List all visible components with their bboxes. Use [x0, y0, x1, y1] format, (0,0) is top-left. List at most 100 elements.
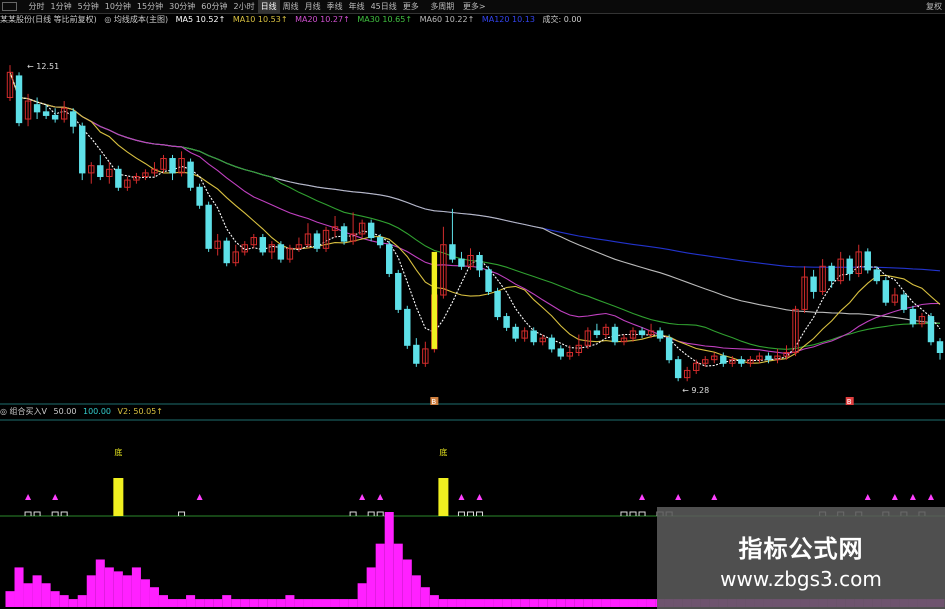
cost-step — [620, 511, 628, 516]
indicator-info-bar: ◎ 组合买入V 50.00 100.00 V2: 50.05↑ — [0, 406, 945, 418]
triangle-marker — [52, 494, 59, 500]
candle-body — [846, 258, 853, 274]
volume-bar — [158, 595, 169, 607]
volume-bar — [231, 599, 241, 607]
watermark-url: www.zbgs3.com — [720, 567, 882, 591]
indicator-title[interactable]: ◎ 组合买入V — [0, 407, 47, 416]
cost-step — [476, 511, 484, 516]
triangle-marker — [675, 494, 682, 500]
volume-bar — [104, 567, 114, 607]
candle-body — [927, 316, 935, 343]
candle-body — [828, 265, 835, 282]
volume-bar — [402, 559, 412, 607]
volume-bar — [213, 599, 223, 607]
volume-bar — [646, 599, 656, 607]
candle-body — [900, 294, 908, 310]
candle-body — [638, 330, 646, 336]
volume-bar — [285, 595, 295, 607]
volume-bar — [366, 567, 376, 607]
buy-signal-label: 底 — [439, 447, 447, 457]
candle-body — [404, 308, 411, 346]
volume-bar — [113, 571, 123, 607]
volume-bar — [41, 583, 51, 607]
candle-body — [69, 111, 77, 127]
volume-bar — [312, 599, 322, 607]
candle-body — [386, 244, 393, 274]
candle-body — [476, 255, 483, 271]
candle-body — [458, 258, 465, 267]
cost-step — [629, 511, 637, 516]
volume-bar — [77, 595, 87, 607]
cost-step — [457, 511, 465, 516]
ma10-line — [9, 72, 941, 364]
candle-body — [376, 237, 384, 246]
candle-body — [33, 104, 41, 113]
candle-body — [512, 326, 519, 339]
candle-body — [259, 237, 267, 253]
volume-bar — [68, 599, 78, 607]
candle-body — [494, 290, 501, 318]
triangle-marker — [909, 494, 916, 500]
volume-bar — [565, 599, 575, 607]
volume-bar — [529, 599, 539, 607]
volume-bar — [348, 599, 358, 607]
volume-bar — [14, 567, 24, 607]
volume-bar — [177, 599, 187, 607]
volume-bar — [456, 599, 466, 607]
candle-body — [720, 355, 727, 364]
candle-body — [485, 269, 492, 292]
buy-signal-bar — [438, 478, 449, 516]
candle-body — [115, 168, 122, 188]
buy-marker-label: B — [847, 398, 852, 406]
volume-bar — [465, 599, 475, 607]
volume-bar — [330, 599, 340, 607]
cost-step — [60, 511, 68, 516]
indicator-v2: 100.00 — [83, 407, 111, 416]
signal-candle — [431, 251, 438, 349]
candle-body — [611, 326, 619, 343]
volume-bar — [258, 599, 268, 607]
volume-bar — [23, 583, 33, 607]
candle-body — [557, 348, 564, 357]
volume-bar — [294, 599, 304, 607]
candle-body — [42, 111, 50, 116]
buy-marker-label: B — [431, 398, 436, 406]
triangle-marker — [864, 494, 871, 500]
triangle-marker — [458, 494, 465, 500]
volume-bar — [321, 599, 331, 607]
volume-bar — [186, 595, 196, 607]
triangle-marker — [639, 494, 646, 500]
volume-bar — [583, 599, 593, 607]
candle-body — [530, 330, 537, 343]
volume-bar — [637, 599, 647, 607]
cost-step — [33, 511, 41, 516]
candle-body — [169, 158, 176, 174]
candle-body — [313, 233, 321, 249]
cost-step — [376, 511, 384, 516]
cost-step — [367, 511, 375, 516]
volume-bar — [276, 599, 286, 607]
triangle-marker — [891, 494, 898, 500]
ma60-line — [9, 72, 941, 324]
volume-bar — [447, 599, 457, 607]
volume-bar — [411, 575, 421, 607]
volume-bar — [204, 599, 214, 607]
volume-bar — [32, 575, 42, 607]
ma5-line — [9, 72, 941, 367]
candle-body — [656, 330, 664, 339]
candle-body — [223, 240, 230, 264]
candle-body — [765, 355, 772, 361]
triangle-marker — [359, 494, 366, 500]
watermark-title: 指标公式网 — [738, 535, 864, 563]
volume-bar — [592, 599, 602, 607]
candle-body — [882, 280, 890, 303]
candle-body — [674, 359, 682, 379]
cost-step — [178, 511, 186, 516]
volume-bar — [86, 575, 96, 607]
cost-step — [638, 511, 646, 516]
volume-bar — [240, 599, 250, 607]
volume-bar — [484, 599, 494, 607]
volume-bar — [267, 599, 277, 607]
candle-body — [205, 204, 212, 249]
volume-bar — [438, 599, 448, 607]
